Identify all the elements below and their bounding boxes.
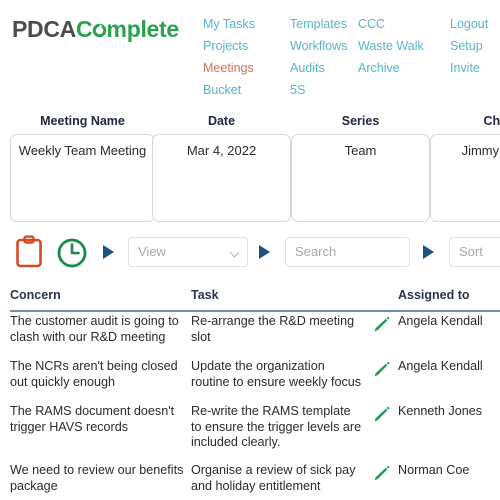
column-header-task: Task [191,288,219,302]
meeting-card-box[interactable]: Mar 4, 2022 [152,134,291,222]
nav-link-meetings[interactable]: Meetings [203,57,290,79]
meeting-card-box[interactable]: Jimmy Jones [430,134,500,222]
nav-link-setup[interactable]: Setup [450,35,488,57]
nav-link-templates[interactable]: Templates [290,13,358,35]
nav-link-my-tasks[interactable]: My Tasks [203,13,290,35]
nav-link-archive[interactable]: Archive [358,57,450,79]
meeting-card-label: Chair [483,114,500,128]
column-header-concern: Concern [10,288,61,302]
chevron-down-icon [229,247,240,258]
meeting-card-chair: Chair Jimmy Jones [430,112,500,222]
pencil-icon[interactable] [371,405,391,423]
search-input-placeholder: Search [295,244,337,259]
sort-input[interactable]: Sort [449,237,500,267]
cell-assignee: Angela Kendall [398,359,483,373]
clipboard-icon[interactable] [14,235,44,269]
play-triangle-icon-sort[interactable] [423,245,434,259]
search-input[interactable]: Search [285,237,410,267]
table-row[interactable]: The customer audit is going to clash wit… [0,314,500,359]
table-row[interactable]: The NCRs aren't being closed out quickly… [0,359,500,404]
cell-task: Organise a review of sick pay and holida… [191,463,356,493]
nav-link-spacer-1 [358,79,450,101]
meeting-card-value: Team [344,143,377,158]
logo-text-mplete: mplete [106,16,180,42]
table-body: The customer audit is going to clash wit… [0,314,500,500]
nav-link-spacer-2 [450,79,488,101]
brand-logo[interactable]: PDCAC mplete [12,16,179,43]
cell-concern: The NCRs aren't being closed out quickly… [10,359,178,389]
play-triangle-icon-view[interactable] [103,245,114,259]
pencil-icon[interactable] [371,464,391,482]
cell-task: Update the organization routine to ensur… [191,359,362,389]
nav-link-5s[interactable]: 5S [290,79,358,101]
meeting-card-box[interactable]: Team [291,134,430,222]
cell-task: Re-write the RAMS template to ensure the… [191,404,362,449]
action-toolbar: View Search Sort [0,232,500,276]
meeting-card-date: Date Mar 4, 2022 [152,112,291,222]
cell-concern: We need to review our benefits package [10,463,184,493]
table-header-rule [10,310,500,312]
meeting-card-value: Weekly Team Meeting [18,143,147,158]
pencil-icon[interactable] [371,360,391,378]
cell-assignee: Norman Coe [398,463,470,477]
pencil-icon[interactable] [371,315,391,333]
table-row[interactable]: The RAMS document doesn't trigger HAVS r… [0,404,500,463]
meeting-card-label: Series [341,114,380,128]
view-select-label: View [138,244,166,259]
meeting-card-label: Date [207,114,236,128]
column-header-assigned-to: Assigned to [398,288,470,302]
sort-input-placeholder: Sort [459,244,483,259]
meeting-card-meeting-name: Meeting Name Weekly Team Meeting [10,112,155,222]
meeting-card-series: Series Team [291,112,430,222]
meeting-card-box[interactable]: Weekly Team Meeting [10,134,155,222]
logo-text-c: C [75,16,93,42]
nav-link-invite[interactable]: Invite [450,57,488,79]
nav-link-logout[interactable]: Logout [450,13,488,35]
meeting-card-value: Jimmy Jones [461,143,500,158]
play-triangle-icon-search[interactable] [259,245,270,259]
meeting-card-value: Mar 4, 2022 [186,143,257,158]
logo-cycle-o-icon [92,16,107,43]
page-header: PDCAC mplete My Tasks Templates CCC Logou… [0,0,500,108]
nav-link-bucket[interactable]: Bucket [203,79,290,101]
nav-link-audits[interactable]: Audits [290,57,358,79]
logo-text-pdca: PDCA [12,16,76,42]
concerns-table: Concern Task Assigned to The customer au… [0,288,500,493]
nav-link-projects[interactable]: Projects [203,35,290,57]
cell-assignee: Kenneth Jones [398,404,483,418]
meeting-card-label: Meeting Name [40,114,125,128]
clock-icon[interactable] [56,237,88,269]
table-header-row: Concern Task Assigned to [0,288,500,312]
table-row[interactable]: We need to review our benefits package O… [0,463,500,500]
cell-task: Re-arrange the R&D meeting slot [191,314,355,344]
nav-link-ccc[interactable]: CCC [358,13,450,35]
cell-assignee: Angela Kendall [398,314,483,328]
app-root: PDCAC mplete My Tasks Templates CCC Logou… [0,0,500,500]
cell-concern: The RAMS document doesn't trigger HAVS r… [10,404,175,434]
main-navigation: My Tasks Templates CCC Logout Projects W… [203,13,488,101]
nav-link-waste-walk[interactable]: Waste Walk [358,35,450,57]
view-select[interactable]: View [128,237,248,267]
cell-concern: The customer audit is going to clash wit… [10,314,179,344]
nav-link-workflows[interactable]: Workflows [290,35,358,57]
